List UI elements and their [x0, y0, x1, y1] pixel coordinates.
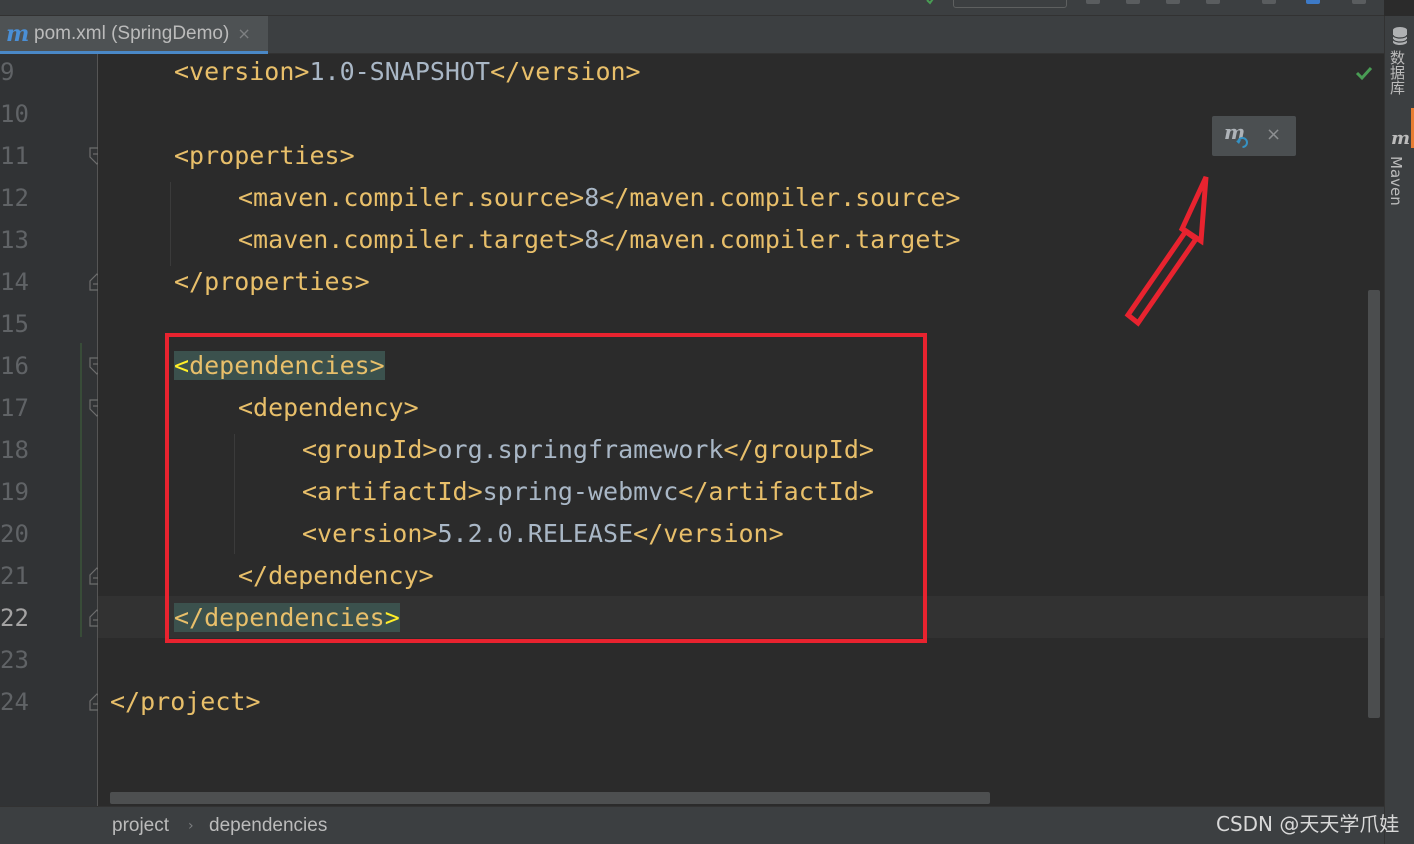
- code-line-14[interactable]: </properties>: [174, 261, 370, 303]
- annotation-highlight-box: [165, 333, 927, 643]
- line-number: 24: [0, 688, 29, 716]
- breadcrumb-bar: project › dependencies: [0, 806, 1384, 844]
- breadcrumb-item-project[interactable]: project: [112, 807, 169, 844]
- maven-m-icon: m: [6, 20, 30, 47]
- line-number: 13: [0, 226, 29, 254]
- run-icon[interactable]: [1086, 0, 1100, 4]
- code-line-24[interactable]: </project>: [110, 681, 261, 723]
- line-number: 20: [0, 520, 29, 548]
- vertical-scrollbar[interactable]: [1368, 290, 1380, 718]
- line-number: 15: [0, 310, 29, 338]
- line-number: 9: [0, 58, 15, 86]
- run-configuration-combo[interactable]: [953, 0, 1067, 8]
- debug-icon[interactable]: [1126, 0, 1140, 4]
- database-icon[interactable]: [1391, 26, 1409, 46]
- database-tool-tab[interactable]: 数据库: [1387, 50, 1408, 95]
- horizontal-scrollbar[interactable]: [110, 792, 990, 804]
- right-tool-strip: 数据库 m Maven: [1384, 16, 1414, 844]
- code-line-12[interactable]: <maven.compiler.source>8</maven.compiler…: [238, 177, 960, 219]
- tab-pom-xml[interactable]: m pom.xml (SpringDemo) ×: [0, 16, 268, 54]
- breadcrumb-separator: ›: [188, 818, 194, 834]
- main-toolbar: [0, 0, 1384, 16]
- annotation-arrow-icon: [1124, 175, 1209, 327]
- maven-load-changes-popup: m ×: [1212, 116, 1296, 156]
- line-number-current: 22: [0, 604, 29, 632]
- line-number: 21: [0, 562, 29, 590]
- vcs-change-marker[interactable]: [80, 343, 82, 637]
- close-icon[interactable]: ×: [237, 24, 250, 43]
- line-number: 11: [0, 142, 29, 170]
- code-line-13[interactable]: <maven.compiler.target>8</maven.compiler…: [238, 219, 960, 261]
- profile-icon[interactable]: [1206, 0, 1220, 4]
- check-icon[interactable]: [926, 0, 936, 5]
- editor-tab-bar: m pom.xml (SpringDemo) ×: [0, 16, 1384, 54]
- maven-reload-icon[interactable]: [1236, 136, 1249, 149]
- maven-icon[interactable]: m: [1391, 128, 1410, 149]
- line-number: 10: [0, 100, 29, 128]
- code-line-9[interactable]: <version>1.0-SNAPSHOT</version>: [174, 51, 641, 93]
- project-structure-icon[interactable]: [1306, 0, 1320, 4]
- tab-title: pom.xml (SpringDemo): [34, 22, 230, 44]
- line-number: 23: [0, 646, 29, 674]
- indent-guide: [170, 182, 171, 266]
- coverage-icon[interactable]: [1166, 0, 1180, 4]
- line-number: 19: [0, 478, 29, 506]
- maven-tool-tab[interactable]: Maven: [1387, 156, 1405, 206]
- csdn-watermark: CSDN @天天学爪娃: [1216, 812, 1400, 836]
- line-number: 14: [0, 268, 29, 296]
- line-number: 17: [0, 394, 29, 422]
- line-number: 12: [0, 184, 29, 212]
- breadcrumb-item-dependencies[interactable]: dependencies: [209, 807, 327, 844]
- line-number: 16: [0, 352, 29, 380]
- line-number: 18: [0, 436, 29, 464]
- stop-icon[interactable]: [1262, 0, 1276, 4]
- close-icon[interactable]: ×: [1266, 124, 1281, 145]
- code-line-11[interactable]: <properties>: [174, 135, 355, 177]
- inspection-ok-icon[interactable]: [1354, 63, 1374, 83]
- search-icon[interactable]: [1352, 0, 1366, 4]
